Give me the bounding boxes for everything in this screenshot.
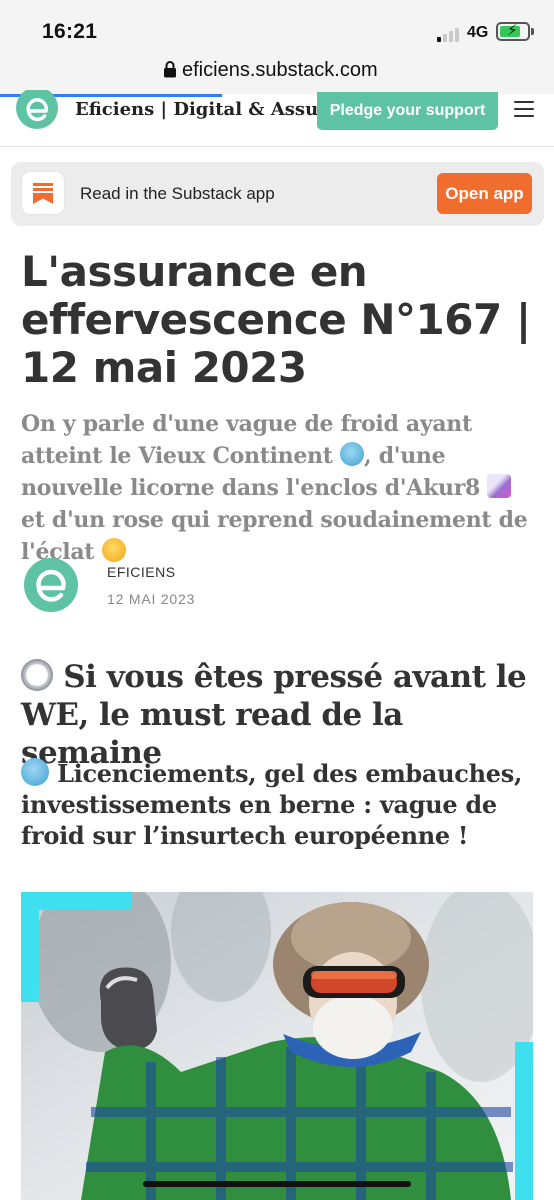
sub-heading-text: Licenciements, gel des embauches, invest… bbox=[21, 759, 522, 850]
lock-icon bbox=[164, 61, 176, 78]
battery-tip bbox=[531, 28, 534, 35]
battery-icon: ⚡ bbox=[496, 22, 530, 41]
section-heading: Si vous êtes pressé avant le WE, le must… bbox=[21, 658, 541, 772]
pledge-support-button[interactable]: Pledge your support bbox=[317, 92, 498, 130]
post-subtitle: On y parle d'une vague de froid ayant at… bbox=[21, 408, 541, 568]
unicorn-emoji bbox=[487, 474, 512, 498]
section-heading-text: Si vous êtes pressé avant le WE, le must… bbox=[21, 659, 527, 771]
star-struck-emoji bbox=[101, 538, 126, 562]
site-title[interactable]: Eficiens | Digital & Assur... bbox=[75, 99, 345, 120]
status-time: 16:21 bbox=[42, 20, 98, 43]
eficiens-logo[interactable] bbox=[15, 90, 59, 130]
sub-heading: Licenciements, gel des embauches, invest… bbox=[21, 758, 541, 851]
post-title: L'assurance en effervescence N°167 | 12 … bbox=[21, 247, 531, 392]
author-name[interactable]: EFICIENS bbox=[107, 564, 176, 580]
stopwatch-emoji bbox=[21, 659, 53, 691]
author-avatar[interactable] bbox=[22, 556, 80, 614]
substack-icon bbox=[22, 172, 64, 214]
cold-face-emoji bbox=[339, 442, 364, 466]
app-banner-text: Read in the Substack app bbox=[80, 184, 275, 203]
home-indicator bbox=[143, 1181, 411, 1187]
url-text[interactable]: eficiens.substack.com bbox=[182, 59, 378, 82]
hamburger-menu-icon[interactable] bbox=[514, 101, 534, 117]
signal-icon bbox=[437, 26, 463, 42]
hero-image[interactable] bbox=[21, 892, 533, 1200]
post-date: 12 MAI 2023 bbox=[107, 591, 196, 607]
status-bar: 16:21 4G ⚡ bbox=[0, 0, 554, 50]
open-app-button[interactable]: Open app bbox=[437, 173, 532, 214]
cold-face-emoji bbox=[21, 758, 49, 786]
subtitle-part-3: et d'un rose qui reprend soudainement de… bbox=[21, 507, 528, 565]
network-type: 4G bbox=[467, 24, 489, 41]
